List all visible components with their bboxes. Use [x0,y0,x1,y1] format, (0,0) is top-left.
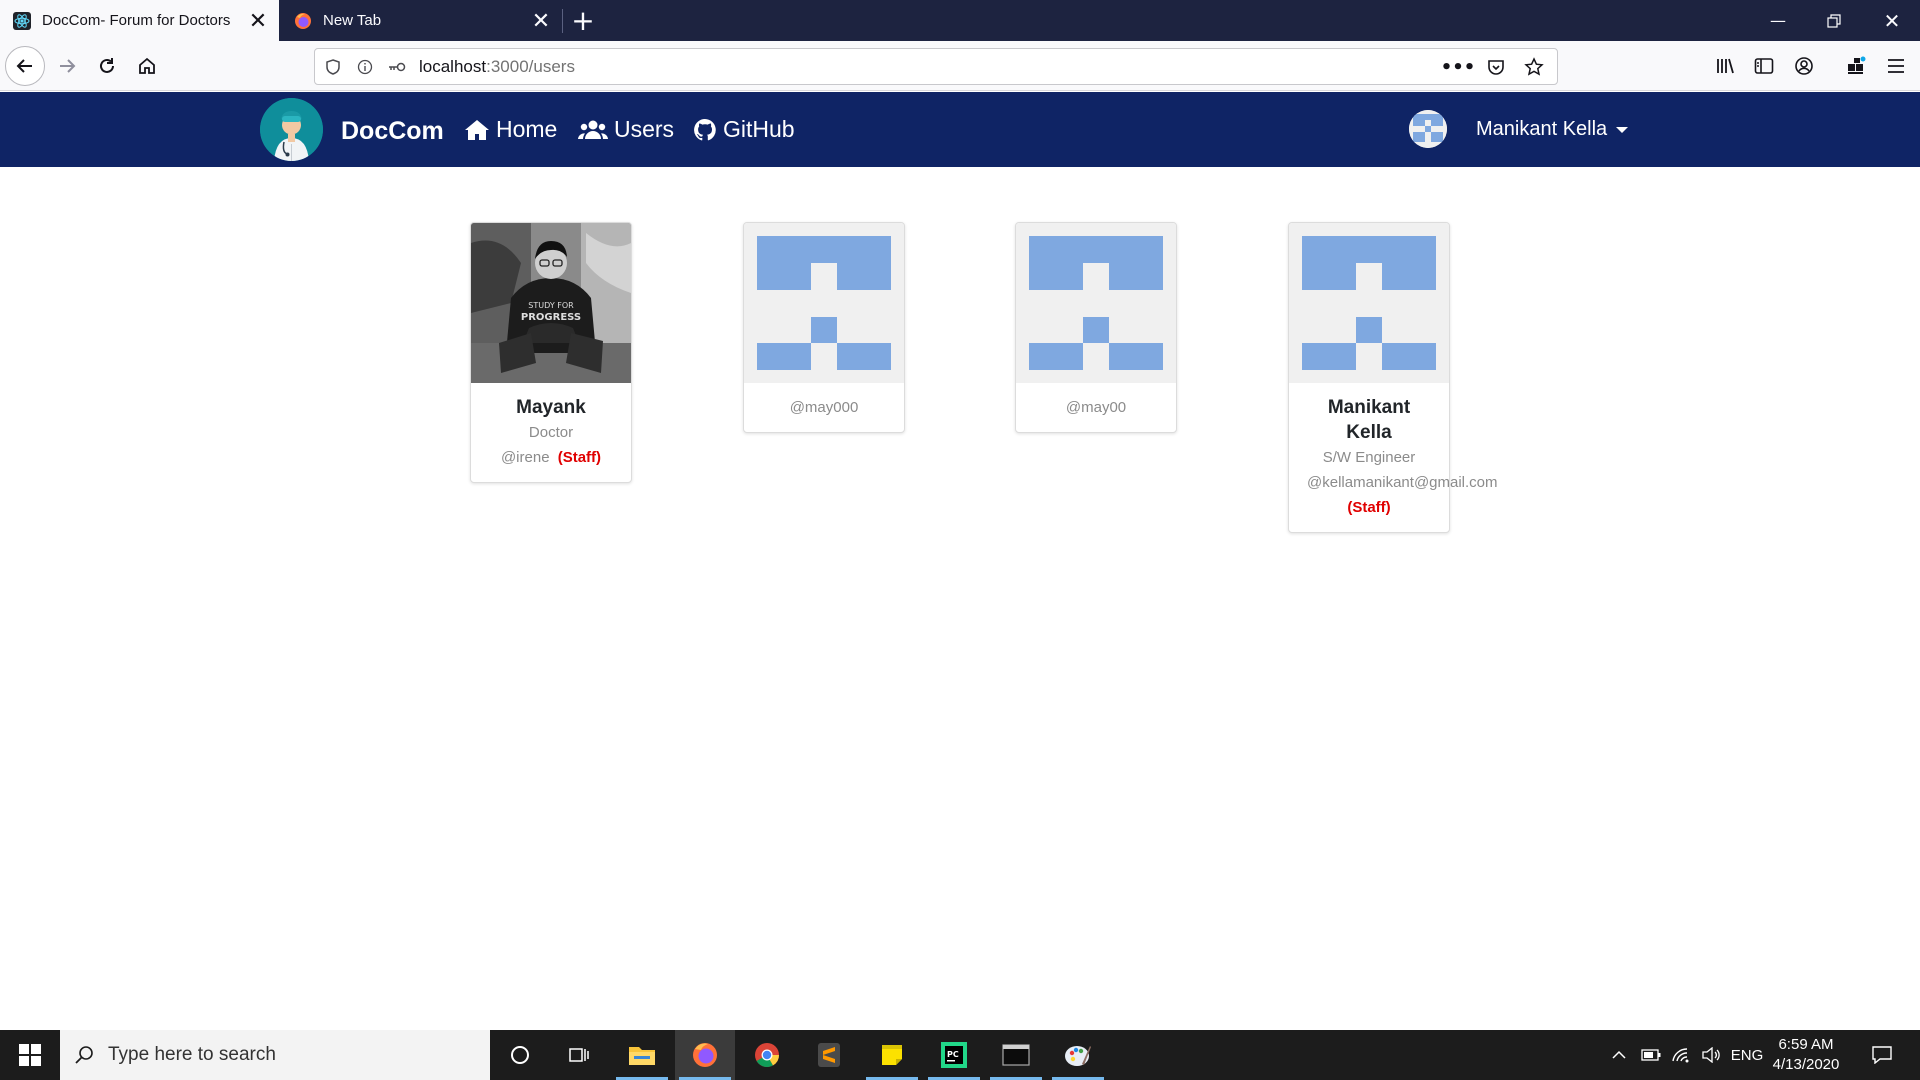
menu-hamburger-icon[interactable] [1876,46,1916,86]
file-explorer-icon[interactable] [612,1030,672,1080]
firefox-favicon-icon [293,11,313,31]
browser-tab-doccom[interactable]: DocCom- Forum for Doctors ✕ [0,0,279,41]
sidebar-toggle-icon[interactable] [1744,46,1784,86]
wifi-icon[interactable] [1666,1030,1696,1080]
minimize-window-icon[interactable]: — [1750,0,1806,41]
react-favicon-icon [12,11,32,31]
home-icon [464,119,490,141]
tab-separator [562,9,563,33]
windows-taskbar: Type here to search PC ENG 6:59 AM 4/13/… [0,1030,1920,1080]
svg-text:PROGRESS: PROGRESS [521,312,581,323]
svg-text:PC: PC [947,1050,959,1059]
user-card[interactable]: @may000 [743,222,905,433]
tracking-protection-shield-icon[interactable] [319,53,347,81]
user-name: Manikant Kella [1327,397,1411,443]
sticky-notes-icon[interactable] [862,1030,922,1080]
close-window-icon[interactable]: ✕ [1864,0,1920,41]
pycharm-icon[interactable]: PC [924,1030,984,1080]
user-role: S/W Engineer [1322,449,1416,466]
staff-line: (Staff) [1293,495,1445,520]
nav-link-users[interactable]: Users [578,116,674,143]
home-button[interactable] [127,46,167,86]
back-button[interactable] [5,46,45,86]
user-card[interactable]: Manikant Kella S/W Engineer @kellamanika… [1288,222,1498,533]
search-icon [74,1045,94,1065]
users-icon [578,119,608,141]
browser-tab-new-tab[interactable]: New Tab ✕ [281,0,562,41]
chrome-icon[interactable] [737,1030,797,1080]
sublime-text-icon[interactable] [799,1030,859,1080]
firefox-icon[interactable] [675,1030,735,1080]
nav-link-label: Home [496,116,558,142]
site-info-icon[interactable] [351,53,379,81]
page-actions-icon[interactable]: ••• [1441,53,1476,81]
staff-badge: (Staff) [557,449,602,466]
close-tab-icon[interactable]: ✕ [241,4,275,38]
url-path: :3000/users [486,56,575,76]
svg-text:STUDY FOR: STUDY FOR [528,301,574,310]
notifications-icon[interactable] [1862,1030,1902,1080]
dropdown-caret-icon[interactable] [1616,127,1628,133]
bookmark-star-icon[interactable] [1517,53,1551,81]
library-icon[interactable] [1705,46,1745,86]
key-icon[interactable] [383,53,411,81]
volume-icon[interactable] [1696,1030,1726,1080]
pocket-icon[interactable] [1479,53,1513,81]
user-menu-name[interactable]: Manikant Kella [1476,118,1607,141]
doctor-logo-icon[interactable] [260,98,323,161]
tab-title: New Tab [323,12,382,29]
reload-button[interactable] [87,46,127,86]
card-body: @may00 [1016,383,1176,432]
forward-button[interactable] [47,46,87,86]
terminal-icon[interactable] [986,1030,1046,1080]
tab-title: DocCom- Forum for Doctors [42,12,231,29]
taskbar-search-input[interactable]: Type here to search [60,1030,490,1080]
extensions-icon[interactable] [1836,46,1876,86]
user-role: Doctor [528,424,574,441]
clock-date: 4/13/2020 [1772,1056,1840,1073]
task-view-icon[interactable] [550,1030,610,1080]
brand-name[interactable]: DocCom [341,117,444,146]
cortana-icon[interactable] [490,1030,550,1080]
battery-icon[interactable] [1636,1030,1666,1080]
user-handle-line: @irene (Staff) [475,445,627,470]
identicon-avatar [744,223,904,383]
user-name: Mayank [516,397,586,418]
windows-start-icon[interactable] [0,1030,60,1080]
url-host: localhost [419,56,487,76]
paint-icon[interactable] [1048,1030,1108,1080]
account-icon[interactable] [1784,46,1824,86]
card-body: Manikant Kella S/W Engineer @kellamanika… [1289,383,1498,532]
user-avatar[interactable] [1409,110,1447,148]
user-photo: STUDY FOR PROGRESS [471,223,631,383]
nav-link-label: GitHub [723,116,795,142]
staff-badge: (Staff) [1347,499,1391,516]
nav-link-home[interactable]: Home [464,116,557,143]
browser-tab-strip: DocCom- Forum for Doctors ✕ New Tab ✕ + … [0,0,1920,41]
new-tab-button[interactable]: + [566,3,600,37]
user-handle: @may000 [789,399,859,416]
card-body: @may000 [744,383,904,432]
url-text: localhost:3000/users [419,57,575,77]
app-navbar: DocCom Home Users GitHub Manikant Kella [0,92,1920,167]
browser-toolbar: localhost:3000/users ••• [0,41,1920,91]
user-handle: @kellamanikant@gmail.com [1307,474,1498,491]
search-placeholder: Type here to search [108,1044,276,1065]
clock-time: 6:59 AM [1778,1036,1834,1053]
user-handle: @may00 [1065,399,1127,416]
restore-window-icon[interactable] [1806,0,1862,41]
nav-link-label: Users [614,116,675,142]
nav-link-github[interactable]: GitHub [693,116,795,143]
identicon-avatar [1016,223,1176,383]
user-card[interactable]: @may00 [1015,222,1177,433]
close-tab-icon[interactable]: ✕ [524,4,558,38]
system-clock[interactable]: 6:59 AM 4/13/2020 [1760,1035,1852,1075]
user-card[interactable]: STUDY FOR PROGRESS Mayank Doctor @irene … [470,222,632,483]
github-icon [693,118,717,142]
user-handle: @irene [500,449,550,466]
card-body: Mayank Doctor @irene (Staff) [471,383,631,482]
show-hidden-icons-chevron-icon[interactable] [1604,1030,1634,1080]
address-bar[interactable]: localhost:3000/users ••• [314,48,1558,85]
identicon-avatar [1289,223,1449,383]
